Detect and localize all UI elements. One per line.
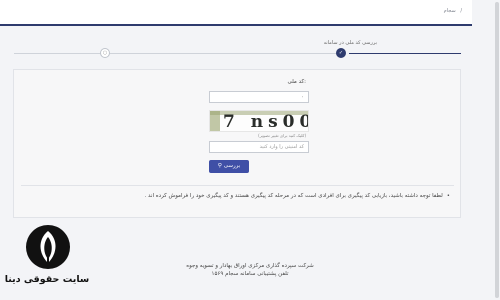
stepper-line-pending [14, 53, 339, 54]
captcha-image[interactable]: 7 ns00,6 [209, 110, 309, 132]
notice-text: •لطفا توجه داشته باشید، بازیابی کد پیگیر… [145, 193, 450, 199]
breadcrumb-current[interactable]: سجام [444, 8, 456, 14]
breadcrumb: سجام / [444, 8, 465, 14]
breadcrumb-separator: / [460, 8, 462, 14]
check-button-label: بررسی [223, 163, 241, 169]
step1-label: بررسی کد ملی در سامانه [323, 40, 377, 46]
stepper-line-done [349, 53, 461, 54]
captcha-refresh-hint[interactable]: (کلیک کنید برای تغییر تصویر) [258, 133, 306, 138]
divider [21, 185, 454, 186]
national-code-input[interactable] [209, 91, 309, 103]
captcha-noise [210, 111, 220, 131]
header-bar: سجام / [0, 0, 472, 26]
bullet-icon: • [446, 193, 450, 199]
national-code-label: کد ملی: [287, 79, 306, 85]
lookup-form-card: کد ملی: 7 ns00,6 (کلیک کنید برای تغییر ت… [13, 69, 461, 218]
check-button[interactable]: ⚲ بررسی [209, 160, 249, 173]
captcha-input[interactable] [209, 141, 309, 153]
footer-line1: شرکت سپرده گذاری مرکزی اوراق بهادار و تس… [186, 263, 314, 269]
notice-body: لطفا توجه داشته باشید، بازیابی کد پیگیری… [144, 193, 443, 199]
check-icon: ✓ [336, 48, 346, 58]
search-icon: ⚲ [217, 163, 222, 169]
stepper: بررسی کد ملی در سامانه ✓ ○ [0, 36, 500, 68]
footer: شرکت سپرده گذاری مرکزی اوراق بهادار و تس… [0, 262, 500, 278]
circle-icon: ○ [100, 48, 110, 58]
captcha-text: 7 ns00,6 [223, 112, 308, 132]
footer-line2: تلفن پشتیبانی سامانه سجام ۱۵۶۹ [211, 271, 289, 277]
